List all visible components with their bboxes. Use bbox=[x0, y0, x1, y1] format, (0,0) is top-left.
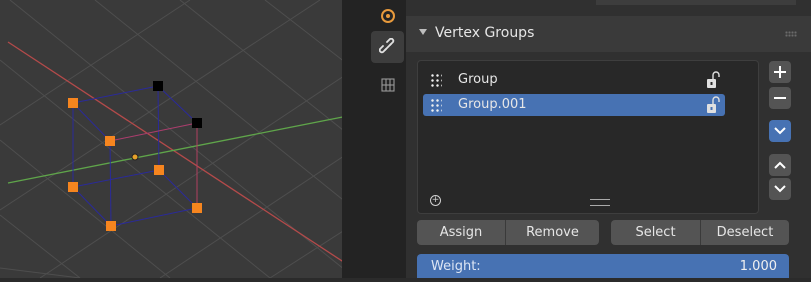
vertex-selected bbox=[105, 136, 115, 146]
vertex-active bbox=[192, 118, 202, 128]
triangle-up-icon bbox=[774, 161, 786, 169]
assign-remove-group: Assign Remove bbox=[417, 220, 599, 245]
group-name: Group.001 bbox=[458, 97, 527, 112]
tab-object-data[interactable] bbox=[371, 69, 404, 101]
weight-slider[interactable]: Weight: 1.000 bbox=[417, 254, 789, 278]
tab-constraints[interactable] bbox=[371, 31, 404, 63]
vertex-group-icon bbox=[430, 98, 442, 112]
constraint-icon bbox=[378, 38, 394, 54]
weight-value: 1.000 bbox=[739, 259, 777, 274]
move-up-button[interactable] bbox=[769, 154, 791, 176]
select-button[interactable]: Select bbox=[611, 220, 701, 245]
deselect-button[interactable]: Deselect bbox=[701, 220, 789, 245]
select-deselect-group: Select Deselect bbox=[611, 220, 789, 245]
group-name: Group bbox=[458, 72, 498, 87]
properties-tab-bar bbox=[369, 0, 406, 278]
vertex-selected bbox=[154, 165, 164, 175]
drag-grip-icon[interactable] bbox=[785, 31, 797, 37]
list-resize-handle[interactable] bbox=[590, 199, 610, 206]
properties-panel: Vertex Groups Group Group.001 + Assign R… bbox=[406, 0, 811, 278]
chevron-down-icon bbox=[774, 127, 786, 135]
minus-icon bbox=[774, 97, 786, 99]
move-down-button[interactable] bbox=[769, 178, 791, 200]
collapse-caret-icon[interactable] bbox=[419, 29, 427, 35]
region-divider bbox=[342, 0, 369, 278]
vertex-groups-header[interactable]: Vertex Groups bbox=[406, 16, 811, 52]
assign-button[interactable]: Assign bbox=[417, 220, 506, 245]
vertex-active bbox=[153, 81, 163, 91]
list-item-selected[interactable]: Group.001 bbox=[423, 94, 725, 116]
vertex-selected bbox=[68, 182, 78, 192]
unlock-icon[interactable] bbox=[706, 96, 720, 114]
origin-point bbox=[131, 153, 139, 161]
panel-title: Vertex Groups bbox=[435, 25, 535, 41]
vertex-group-icon bbox=[430, 73, 442, 87]
vertex-selected bbox=[68, 98, 78, 108]
add-group-button[interactable] bbox=[769, 61, 791, 83]
previous-panel-edge bbox=[596, 0, 796, 5]
specials-menu-button[interactable] bbox=[769, 120, 791, 142]
list-filter-plus-icon[interactable]: + bbox=[430, 195, 441, 206]
vertex-selected bbox=[106, 221, 116, 231]
remove-group-button[interactable] bbox=[769, 87, 791, 109]
vertex-selected bbox=[192, 203, 202, 213]
remove-button[interactable]: Remove bbox=[506, 220, 599, 245]
weight-label: Weight: bbox=[431, 259, 481, 274]
object-properties-icon bbox=[380, 9, 395, 23]
unlock-icon[interactable] bbox=[706, 71, 720, 89]
object-data-mesh-icon bbox=[380, 78, 395, 92]
3d-viewport[interactable] bbox=[0, 0, 369, 279]
tab-object-properties[interactable] bbox=[371, 0, 404, 32]
vertex-group-list: Group Group.001 + bbox=[417, 60, 759, 214]
plus-icon bbox=[774, 66, 786, 78]
list-item[interactable]: Group bbox=[423, 69, 725, 91]
triangle-down-icon bbox=[774, 185, 786, 193]
